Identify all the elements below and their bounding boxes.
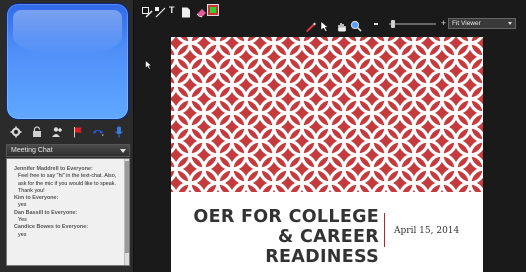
- pointer-icon[interactable]: [320, 19, 330, 32]
- chat-message: Candice Bowes to Everyone: yes: [14, 224, 122, 239]
- chat-sender: Kim to Everyone:: [14, 195, 59, 202]
- zoom-out-button[interactable]: [374, 23, 378, 25]
- chat-sender: Jennifer Maddrell to Everyone:: [14, 166, 93, 172]
- chat-scrollbar[interactable]: [124, 159, 129, 265]
- chat-text: Yes: [18, 217, 27, 224]
- chat-message: Dan Bassill to Everyone: Yes: [14, 210, 122, 225]
- participant-toolbar: [6, 123, 129, 141]
- chat-message: Kim to Everyone: yes: [14, 195, 122, 210]
- slide-pattern-banner: [171, 37, 483, 192]
- slide-date: April 15, 2014: [394, 226, 460, 236]
- slide-title-line: & CAREER READINESS: [265, 227, 379, 267]
- slide-title-line: OER FOR COLLEGE: [193, 207, 379, 227]
- microphone-icon[interactable]: [113, 126, 125, 138]
- viewer-toolbar: + Fit Viewer: [137, 18, 526, 32]
- pen-icon[interactable]: [305, 19, 316, 32]
- text-icon[interactable]: T: [169, 5, 179, 15]
- web-conference-window: Meeting Chat Jennifer Maddrell to Everyo…: [0, 0, 526, 272]
- chat-text: Feel free to say "hi" in the text-chat. …: [18, 173, 117, 194]
- zoom-slider[interactable]: [389, 20, 436, 28]
- whiteboard-toolbar: T: [137, 2, 526, 18]
- hand-icon[interactable]: [336, 19, 346, 32]
- lock-icon[interactable]: [31, 126, 43, 138]
- flag-icon[interactable]: [72, 126, 84, 138]
- chat-sender: Candice Bowes to Everyone:: [14, 224, 88, 231]
- chat-text: yes: [18, 231, 27, 238]
- page-icon[interactable]: [181, 5, 191, 18]
- slide-divider: [384, 213, 385, 247]
- presentation-slide: OER FOR COLLEGE & CAREER READINESS April…: [171, 37, 483, 272]
- left-panel: Meeting Chat Jennifer Maddrell to Everyo…: [0, 0, 134, 272]
- chat-message: Jennifer Maddrell to Everyone: Feel free…: [14, 166, 122, 195]
- zoom-select-value: Fit Viewer: [452, 20, 481, 27]
- chevron-down-icon[interactable]: [120, 149, 126, 153]
- video-tile[interactable]: [6, 3, 129, 120]
- color-picker-icon[interactable]: [207, 3, 219, 16]
- chat-sender: Dan Bassill to Everyone:: [14, 209, 78, 216]
- mouse-cursor-icon: [145, 57, 153, 75]
- slide-title: OER FOR COLLEGE & CAREER READINESS: [171, 207, 379, 267]
- chat-text: yes: [18, 202, 27, 209]
- line-icon[interactable]: [155, 5, 166, 18]
- chat-log: Jennifer Maddrell to Everyone: Feel free…: [6, 158, 130, 266]
- draw-tools-icon[interactable]: [142, 5, 153, 18]
- chat-panel-header[interactable]: Meeting Chat: [6, 144, 130, 157]
- chevron-down-icon: [508, 22, 512, 25]
- zoom-in-button[interactable]: +: [441, 18, 446, 28]
- chat-scroll-thumb[interactable]: [125, 161, 129, 253]
- phone-icon[interactable]: [92, 126, 105, 138]
- gear-icon[interactable]: [10, 126, 22, 138]
- zoom-slider-handle[interactable]: [391, 20, 395, 28]
- eraser-icon[interactable]: [196, 5, 206, 18]
- zoom-icon[interactable]: [350, 19, 362, 32]
- chat-title: Meeting Chat: [11, 147, 53, 154]
- add-user-icon[interactable]: [51, 126, 63, 138]
- zoom-select[interactable]: Fit Viewer: [448, 18, 516, 29]
